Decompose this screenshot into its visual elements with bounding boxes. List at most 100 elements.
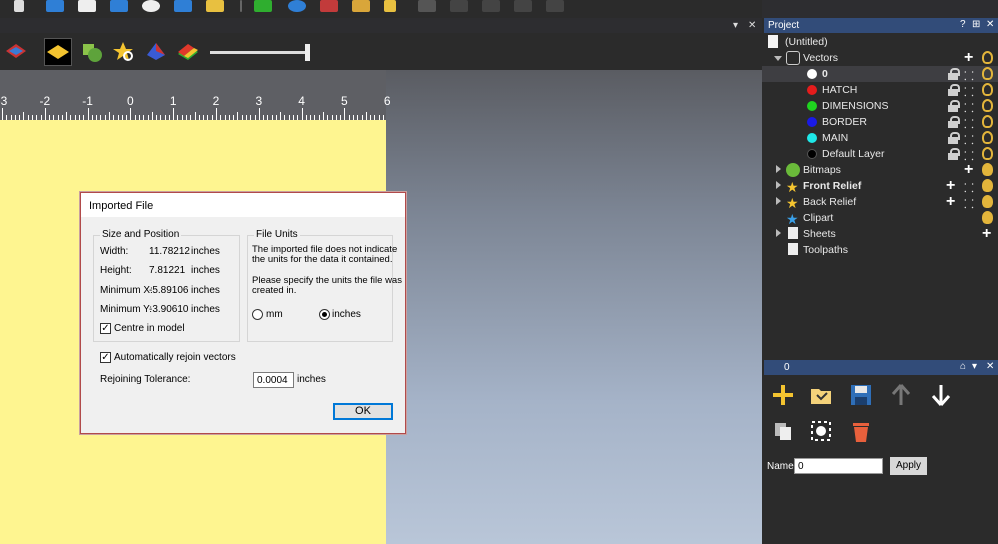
toolbar-icon-11[interactable] <box>352 0 370 12</box>
layer-name: HATCH <box>822 84 858 96</box>
move-layer-up-icon[interactable] <box>888 382 914 408</box>
toolbar-icon-13[interactable] <box>418 0 436 12</box>
ruler-tick-mark <box>44 108 46 120</box>
toolbar-icon-3[interactable] <box>78 0 96 12</box>
delete-layer-icon[interactable] <box>848 418 874 444</box>
layer-lock-icon[interactable] <box>948 132 960 144</box>
tree-item-toolpaths[interactable]: Toolpaths <box>762 242 998 258</box>
ruler-tick-label: -2 <box>39 94 51 108</box>
layer-lock-icon[interactable] <box>948 116 960 128</box>
layer-lock-icon[interactable] <box>948 100 960 112</box>
tree-item-vectors[interactable]: Vectors + <box>762 49 998 67</box>
layer-visibility-bulb-icon[interactable] <box>982 99 993 112</box>
relief-layers-icon[interactable] <box>142 38 170 66</box>
add-sheet-icon[interactable]: + <box>982 225 991 243</box>
rejoin-vectors-checkbox[interactable]: ✓ <box>100 352 111 363</box>
document-icon <box>768 35 778 48</box>
vectors-visibility-bulb-icon[interactable] <box>982 51 993 64</box>
tolerance-input[interactable] <box>253 372 294 388</box>
add-bitmap-icon[interactable]: + <box>964 161 973 179</box>
tree-item-back-relief[interactable]: ★ Back Relief + ⸬ <box>762 193 998 211</box>
viewport-close-icon[interactable]: ✕ <box>748 20 756 31</box>
centre-in-model-checkbox[interactable]: ✓ <box>100 323 111 334</box>
tree-item-root[interactable]: (Untitled) <box>762 34 998 50</box>
layer-name-input[interactable] <box>794 458 883 474</box>
sheets-expander-icon[interactable] <box>776 229 781 237</box>
opacity-slider-track[interactable] <box>210 51 308 54</box>
bitmaps-visibility-bulb-icon[interactable] <box>982 163 993 176</box>
close-icon[interactable]: ✕ <box>986 19 994 30</box>
add-layer-icon[interactable] <box>770 382 796 408</box>
toolbar-icon-15[interactable] <box>482 0 500 12</box>
toolbar-icon-16[interactable] <box>514 0 532 12</box>
layer-color-dot <box>807 149 817 159</box>
toolbar-icon-17[interactable] <box>546 0 564 12</box>
toolbar-icon-5[interactable] <box>142 0 160 12</box>
toolbar-icon-9[interactable] <box>288 0 306 12</box>
layer-panel-home-icon[interactable]: ⌂ <box>960 361 966 372</box>
add-vector-layer-icon[interactable]: + <box>964 49 973 67</box>
apply-button[interactable]: Apply <box>890 457 927 475</box>
unit-inches-radio[interactable] <box>319 309 330 320</box>
copy-layer-icon[interactable] <box>770 418 796 444</box>
open-layer-folder-icon[interactable] <box>808 382 834 408</box>
layer-lock-icon[interactable] <box>948 68 960 80</box>
layer-visibility-bulb-icon[interactable] <box>982 115 993 128</box>
layer-panel-close-icon[interactable]: ✕ <box>986 361 994 372</box>
ruler-tick-mark <box>280 112 282 120</box>
shapes-icon[interactable] <box>78 38 106 66</box>
move-layer-down-icon[interactable] <box>928 382 954 408</box>
layer-visibility-bulb-icon[interactable] <box>982 83 993 96</box>
add-back-relief-icon[interactable]: + <box>946 193 955 211</box>
tree-item-front-relief[interactable]: ★ Front Relief + ⸬ <box>762 177 998 195</box>
tree-item-layer-default[interactable]: Default Layer ⸬ <box>762 146 998 163</box>
tree-item-clipart[interactable]: ★ Clipart <box>762 210 998 227</box>
layer-panel-pin-icon[interactable]: ▾ <box>972 361 977 372</box>
unit-mm-radio[interactable] <box>252 309 263 320</box>
layer-visibility-bulb-icon[interactable] <box>982 67 993 80</box>
layer-lock-icon[interactable] <box>948 148 960 160</box>
toolbar-icon-2[interactable] <box>46 0 64 12</box>
size-position-title: Size and Position <box>100 229 182 240</box>
help-icon[interactable]: ? <box>960 19 966 30</box>
viewport-pin-icon[interactable]: ▾ <box>733 20 738 31</box>
bitmaps-expander-icon[interactable] <box>776 165 781 173</box>
ok-button[interactable]: OK <box>333 403 393 420</box>
front-relief-expander-icon[interactable] <box>776 181 781 189</box>
layer-stack-icon[interactable] <box>2 38 30 66</box>
select-layer-icon[interactable] <box>808 418 834 444</box>
toolbar-icon-6[interactable] <box>174 0 192 12</box>
tree-item-layer-border[interactable]: BORDER ⸬ <box>762 114 998 131</box>
tree-item-bitmaps[interactable]: Bitmaps + <box>762 161 998 179</box>
toolbar-icon-1[interactable] <box>14 0 24 12</box>
tree-item-layer-main[interactable]: MAIN ⸬ <box>762 130 998 147</box>
layer-visibility-bulb-icon[interactable] <box>982 147 993 160</box>
height-value: 7.81221 <box>149 265 186 276</box>
front-relief-visibility-bulb-icon[interactable] <box>982 179 993 192</box>
tree-item-sheets[interactable]: Sheets + <box>762 225 998 243</box>
toolbar-icon-14[interactable] <box>450 0 468 12</box>
toolbar-icon-8[interactable] <box>254 0 272 12</box>
save-layer-icon[interactable] <box>848 382 874 408</box>
ruler-tick-mark <box>109 112 110 120</box>
pin-icon[interactable]: ⊞ <box>972 19 980 30</box>
clipart-visibility-bulb-icon[interactable] <box>982 211 993 224</box>
opacity-slider-thumb[interactable] <box>305 44 310 61</box>
vectors-expander-icon[interactable] <box>774 56 782 61</box>
height-label: Height: <box>100 265 132 276</box>
toolbar-icon-4[interactable] <box>110 0 128 12</box>
back-relief-expander-icon[interactable] <box>776 197 781 205</box>
tree-item-layer-0[interactable]: 0 ⸬ <box>762 66 998 83</box>
toolbar-icon-10[interactable] <box>320 0 338 12</box>
layer-visibility-bulb-icon[interactable] <box>982 131 993 144</box>
sheet-view-icon[interactable] <box>44 38 72 66</box>
front-relief-star-icon: ★ <box>786 179 799 195</box>
star-search-icon[interactable] <box>110 38 138 66</box>
back-relief-visibility-bulb-icon[interactable] <box>982 195 993 208</box>
layer-lock-icon[interactable] <box>948 84 960 96</box>
tree-item-layer-dimensions[interactable]: DIMENSIONS ⸬ <box>762 98 998 115</box>
toolbar-icon-7[interactable] <box>206 0 224 12</box>
toolbar-icon-12[interactable] <box>384 0 396 12</box>
color-layers-icon[interactable] <box>174 38 202 66</box>
tree-item-layer-hatch[interactable]: HATCH ⸬ <box>762 82 998 99</box>
